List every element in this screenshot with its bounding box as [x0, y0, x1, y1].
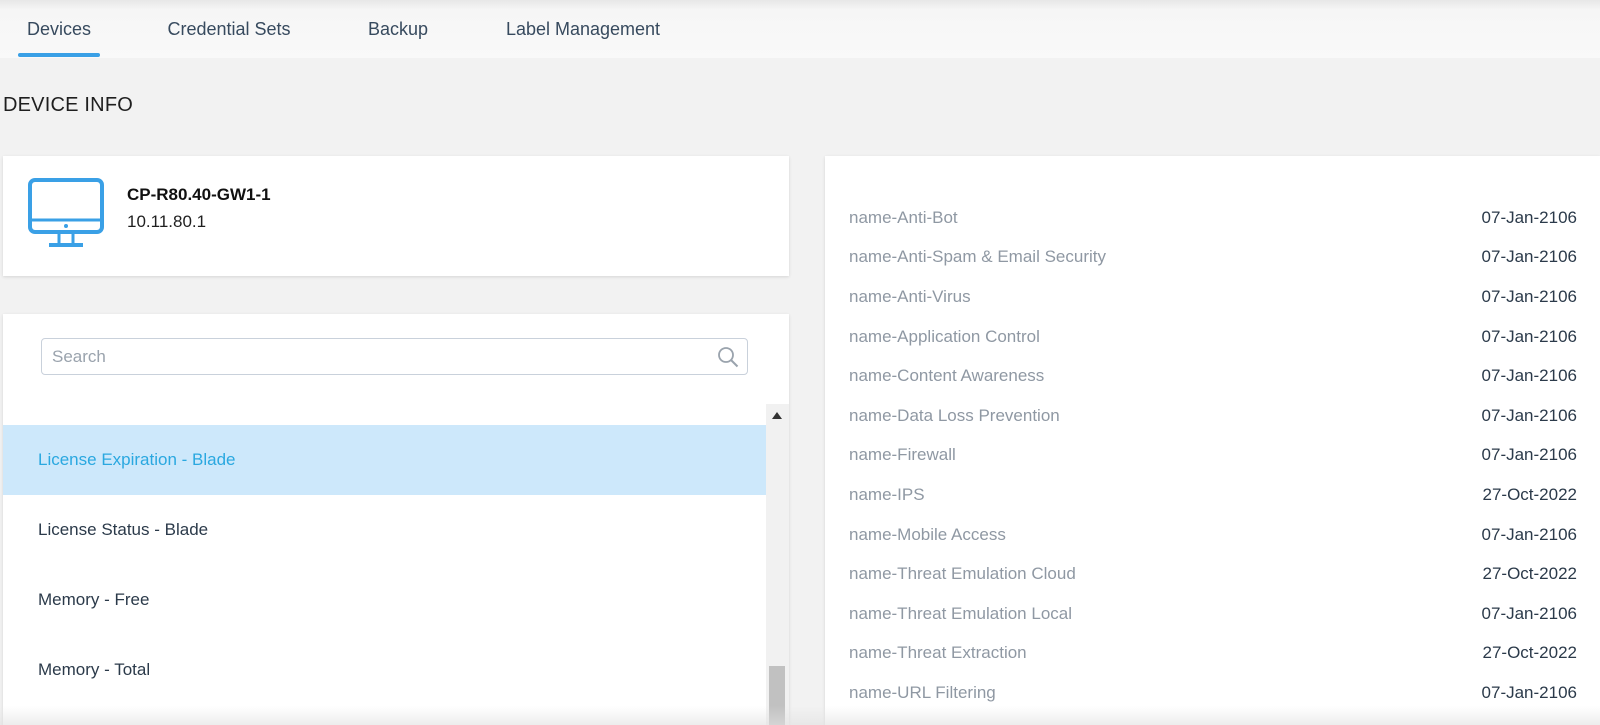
- license-name: name-Threat Extraction: [849, 643, 1027, 663]
- scroll-thumb[interactable]: [769, 666, 785, 725]
- license-date: 27-Oct-2022: [1482, 643, 1578, 663]
- license-name: name-IPS: [849, 484, 925, 504]
- page-title: DEVICE INFO: [3, 94, 133, 116]
- license-list: name-Anti-Bot 07-Jan-2106 name-Anti-Spam …: [849, 198, 1577, 713]
- list-item-license-status-blade[interactable]: License Status - Blade: [3, 495, 766, 565]
- device-name: CP-R80.40-GW1-1: [127, 185, 271, 204]
- license-date: 07-Jan-2106: [1481, 326, 1577, 346]
- license-name: name-Mobile Access: [849, 524, 1006, 544]
- list-item-license-expiration-blade[interactable]: License Expiration - Blade: [3, 425, 766, 495]
- license-date: 07-Jan-2106: [1481, 247, 1577, 267]
- metric-list: License Expiration - Blade License Statu…: [3, 425, 766, 705]
- table-row: name-Firewall 07-Jan-2106: [849, 436, 1577, 476]
- license-name: name-Data Loss Prevention: [849, 405, 1060, 425]
- license-name: name-Threat Emulation Cloud: [849, 564, 1076, 584]
- device-card: CP-R80.40-GW1-1 10.11.80.1: [3, 156, 789, 276]
- license-name: name-Anti-Spam & Email Security: [849, 247, 1106, 267]
- table-row: name-Anti-Bot 07-Jan-2106: [849, 198, 1577, 238]
- license-date: 07-Jan-2106: [1481, 524, 1577, 544]
- license-date: 07-Jan-2106: [1481, 445, 1577, 465]
- license-date: 07-Jan-2106: [1481, 366, 1577, 386]
- table-row: name-Threat Emulation Local 07-Jan-2106: [849, 594, 1577, 634]
- top-tab-bar: Devices Credential Sets Backup Label Man…: [0, 0, 1600, 58]
- scroll-up-arrow-icon[interactable]: [772, 412, 782, 419]
- table-row: name-Anti-Spam & Email Security 07-Jan-21…: [849, 238, 1577, 278]
- license-name: name-Anti-Virus: [849, 286, 971, 306]
- table-row: name-Content Awareness 07-Jan-2106: [849, 356, 1577, 396]
- license-date: 07-Jan-2106: [1481, 286, 1577, 306]
- license-date: 07-Jan-2106: [1481, 682, 1577, 702]
- table-row: name-URL Filtering 07-Jan-2106: [849, 673, 1577, 713]
- tab-backup[interactable]: Backup: [360, 0, 436, 58]
- license-date: 07-Jan-2106: [1481, 207, 1577, 227]
- search-input[interactable]: [52, 345, 692, 369]
- list-item-memory-free[interactable]: Memory - Free: [3, 565, 766, 635]
- table-row: name-Data Loss Prevention 07-Jan-2106: [849, 396, 1577, 436]
- table-row: name-Anti-Virus 07-Jan-2106: [849, 277, 1577, 317]
- license-name: name-URL Filtering: [849, 682, 996, 702]
- tab-credential-sets[interactable]: Credential Sets: [160, 0, 298, 58]
- monitor-icon: [27, 178, 105, 250]
- search-icon[interactable]: [717, 346, 739, 368]
- table-row: name-Application Control 07-Jan-2106: [849, 317, 1577, 357]
- license-date: 27-Oct-2022: [1482, 564, 1578, 584]
- table-row: name-Mobile Access 07-Jan-2106: [849, 515, 1577, 555]
- list-scrollbar[interactable]: [766, 404, 789, 725]
- search-box: [41, 338, 748, 375]
- license-name: name-Content Awareness: [849, 366, 1045, 386]
- metric-list-panel: License Expiration - Blade License Statu…: [3, 314, 789, 725]
- license-details-panel: name-Anti-Bot 07-Jan-2106 name-Anti-Spam …: [825, 156, 1600, 725]
- tab-devices[interactable]: Devices: [18, 0, 100, 58]
- device-ip: 10.11.80.1: [127, 212, 207, 231]
- table-row: name-Threat Emulation Cloud 27-Oct-2022: [849, 554, 1577, 594]
- list-item-memory-total[interactable]: Memory - Total: [3, 635, 766, 705]
- license-date: 27-Oct-2022: [1482, 484, 1578, 504]
- license-name: name-Firewall: [849, 445, 956, 465]
- license-date: 07-Jan-2106: [1481, 603, 1577, 623]
- license-name: name-Application Control: [849, 326, 1040, 346]
- table-row: name-Threat Extraction 27-Oct-2022: [849, 634, 1577, 674]
- license-name: name-Threat Emulation Local: [849, 603, 1073, 623]
- license-name: name-Anti-Bot: [849, 207, 958, 227]
- table-row: name-IPS 27-Oct-2022: [849, 475, 1577, 515]
- license-date: 07-Jan-2106: [1481, 405, 1577, 425]
- tab-label-management[interactable]: Label Management: [500, 0, 666, 58]
